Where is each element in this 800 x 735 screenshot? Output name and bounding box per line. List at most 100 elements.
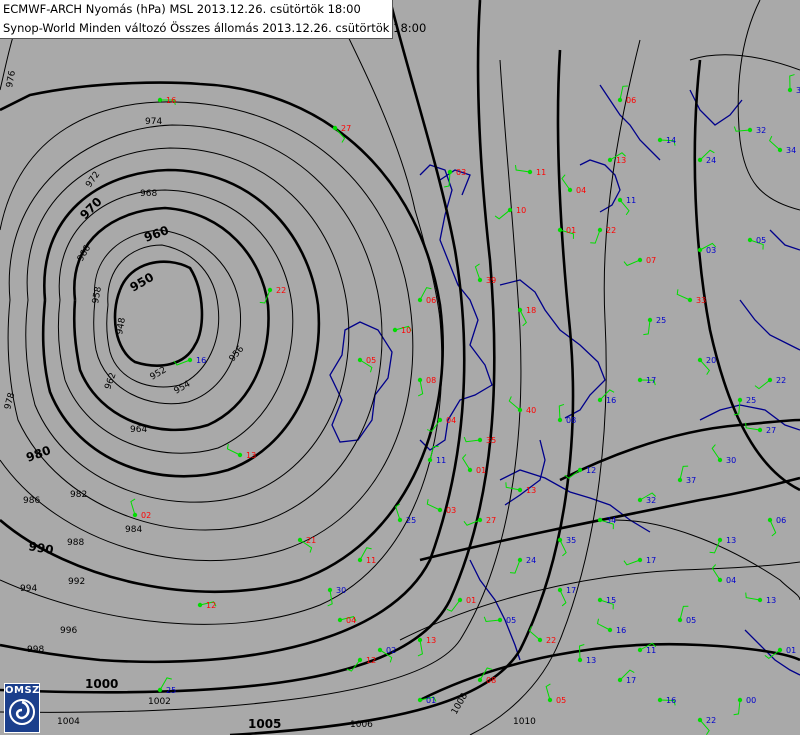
temperature-label: 16 bbox=[166, 96, 176, 105]
temperature-label: 06 bbox=[426, 296, 436, 305]
isobar-label: 1002 bbox=[148, 697, 171, 707]
dewpoint-label: 16 bbox=[196, 356, 206, 365]
temperature-label: 13 bbox=[616, 156, 626, 165]
temperature-label: 22 bbox=[546, 636, 556, 645]
dewpoint-label: 17 bbox=[646, 376, 656, 385]
dewpoint-label: 20 bbox=[706, 356, 716, 365]
temperature-label: 10 bbox=[516, 206, 526, 215]
dewpoint-label: 01 bbox=[426, 696, 436, 705]
temperature-label: 01 bbox=[476, 466, 486, 475]
dewpoint-label: 03 bbox=[706, 246, 716, 255]
temperature-label: 18 bbox=[526, 306, 536, 315]
temperature-label: 08 bbox=[486, 676, 496, 685]
isobar-label: 964 bbox=[130, 425, 147, 435]
temperature-label: 08 bbox=[426, 376, 436, 385]
dewpoint-label: 02 bbox=[386, 646, 396, 655]
temperature-label: 05 bbox=[366, 356, 376, 365]
dewpoint-label: 11 bbox=[436, 456, 446, 465]
isobar-label: 988 bbox=[67, 538, 84, 548]
isobar-label: 986 bbox=[23, 496, 40, 506]
dewpoint-label: 32 bbox=[646, 496, 656, 505]
synoptic-map: 974 972 970 968 966 960 958 950 948 952 … bbox=[0, 0, 800, 735]
dewpoint-label: 22 bbox=[776, 376, 786, 385]
isobar-label: 1010 bbox=[513, 717, 536, 727]
temperature-label: 04 bbox=[576, 186, 586, 195]
dewpoint-label: 35 bbox=[566, 536, 576, 545]
temperature-label: 13 bbox=[246, 451, 256, 460]
temperature-label: 33 bbox=[696, 296, 706, 305]
temperature-label: 03 bbox=[456, 168, 466, 177]
dewpoint-label: 17 bbox=[646, 556, 656, 565]
map-header: ECMWF-ARCH Nyomás (hPa) MSL 2013.12.26. … bbox=[0, 0, 427, 39]
temperature-label: 27 bbox=[486, 516, 496, 525]
dewpoint-label: 37 bbox=[686, 476, 696, 485]
isobar-label: 974 bbox=[145, 117, 162, 127]
dewpoint-label: 25 bbox=[406, 516, 416, 525]
dewpoint-label: 25 bbox=[656, 316, 666, 325]
temperature-label: 39 bbox=[486, 276, 496, 285]
temperature-label: 04 bbox=[346, 616, 356, 625]
dewpoint-label: 16 bbox=[666, 696, 676, 705]
dewpoint-label: 11 bbox=[646, 646, 656, 655]
temperature-label: 22 bbox=[606, 226, 616, 235]
swirl-icon bbox=[9, 699, 35, 725]
dewpoint-label: 05 bbox=[756, 236, 766, 245]
model-title: ECMWF-ARCH Nyomás (hPa) MSL 2013.12.26. … bbox=[3, 2, 361, 16]
temperature-label: 12 bbox=[206, 601, 216, 610]
dewpoint-label: 27 bbox=[766, 426, 776, 435]
dewpoint-label: 13 bbox=[726, 536, 736, 545]
dewpoint-label: 32 bbox=[756, 126, 766, 135]
dewpoint-label: 17 bbox=[626, 676, 636, 685]
isobar-label: 996 bbox=[60, 626, 77, 636]
dewpoint-label: 25 bbox=[746, 396, 756, 405]
dewpoint-label: 16 bbox=[616, 626, 626, 635]
temperature-label: 01 bbox=[566, 226, 576, 235]
temperature-label: 05 bbox=[556, 696, 566, 705]
dewpoint-label: 17 bbox=[566, 586, 576, 595]
dewpoint-label: 00 bbox=[746, 696, 756, 705]
isobar-label: 968 bbox=[140, 189, 157, 199]
dewpoint-label: 13 bbox=[586, 656, 596, 665]
temperature-label: 11 bbox=[536, 168, 546, 177]
dewpoint-label: 24 bbox=[706, 156, 716, 165]
temperature-label: 04 bbox=[446, 416, 456, 425]
dewpoint-label: 14 bbox=[666, 136, 676, 145]
isobar-label: 1005 bbox=[248, 717, 281, 731]
dewpoint-label: 04 bbox=[726, 576, 736, 585]
isobar-label: 992 bbox=[68, 577, 85, 587]
dewpoint-label: 13 bbox=[766, 596, 776, 605]
isobar-label: 1004 bbox=[57, 717, 80, 727]
isobar-label: 998 bbox=[27, 645, 44, 655]
dewpoint-label: 24 bbox=[526, 556, 536, 565]
dewpoint-label: 34 bbox=[606, 516, 616, 525]
temperature-label: 02 bbox=[141, 511, 151, 520]
synop-title: Synop-World Minden változó Összes állomá… bbox=[3, 21, 427, 35]
isobar-label: 984 bbox=[125, 525, 142, 535]
dewpoint-label: 11 bbox=[626, 196, 636, 205]
isobar-label: 1000 bbox=[85, 677, 118, 691]
dewpoint-label: 16 bbox=[606, 396, 616, 405]
temperature-label: 21 bbox=[306, 536, 316, 545]
temperature-label: 13 bbox=[426, 636, 436, 645]
temperature-label: 01 bbox=[466, 596, 476, 605]
dewpoint-label: 35 bbox=[796, 86, 800, 95]
dewpoint-label: 05 bbox=[506, 616, 516, 625]
temperature-label: 22 bbox=[276, 286, 286, 295]
isobar-label: 994 bbox=[20, 584, 37, 594]
dewpoint-label: 08 bbox=[566, 416, 576, 425]
logo-text: OMSZ bbox=[5, 685, 40, 696]
temperature-label: 40 bbox=[526, 406, 536, 415]
temperature-label: 35 bbox=[486, 436, 496, 445]
temperature-label: 11 bbox=[366, 556, 376, 565]
isobar-label: 982 bbox=[70, 490, 87, 500]
isobar-label: 1006 bbox=[350, 720, 373, 730]
dewpoint-label: 06 bbox=[776, 516, 786, 525]
dewpoint-label: 22 bbox=[706, 716, 716, 725]
omsz-logo: OMSZ bbox=[4, 683, 40, 733]
dewpoint-label: 15 bbox=[606, 596, 616, 605]
temperature-label: 13 bbox=[526, 486, 536, 495]
dewpoint-label: 05 bbox=[686, 616, 696, 625]
dewpoint-label: 01 bbox=[786, 646, 796, 655]
temperature-label: 12 bbox=[366, 656, 376, 665]
temperature-label: 27 bbox=[341, 124, 351, 133]
